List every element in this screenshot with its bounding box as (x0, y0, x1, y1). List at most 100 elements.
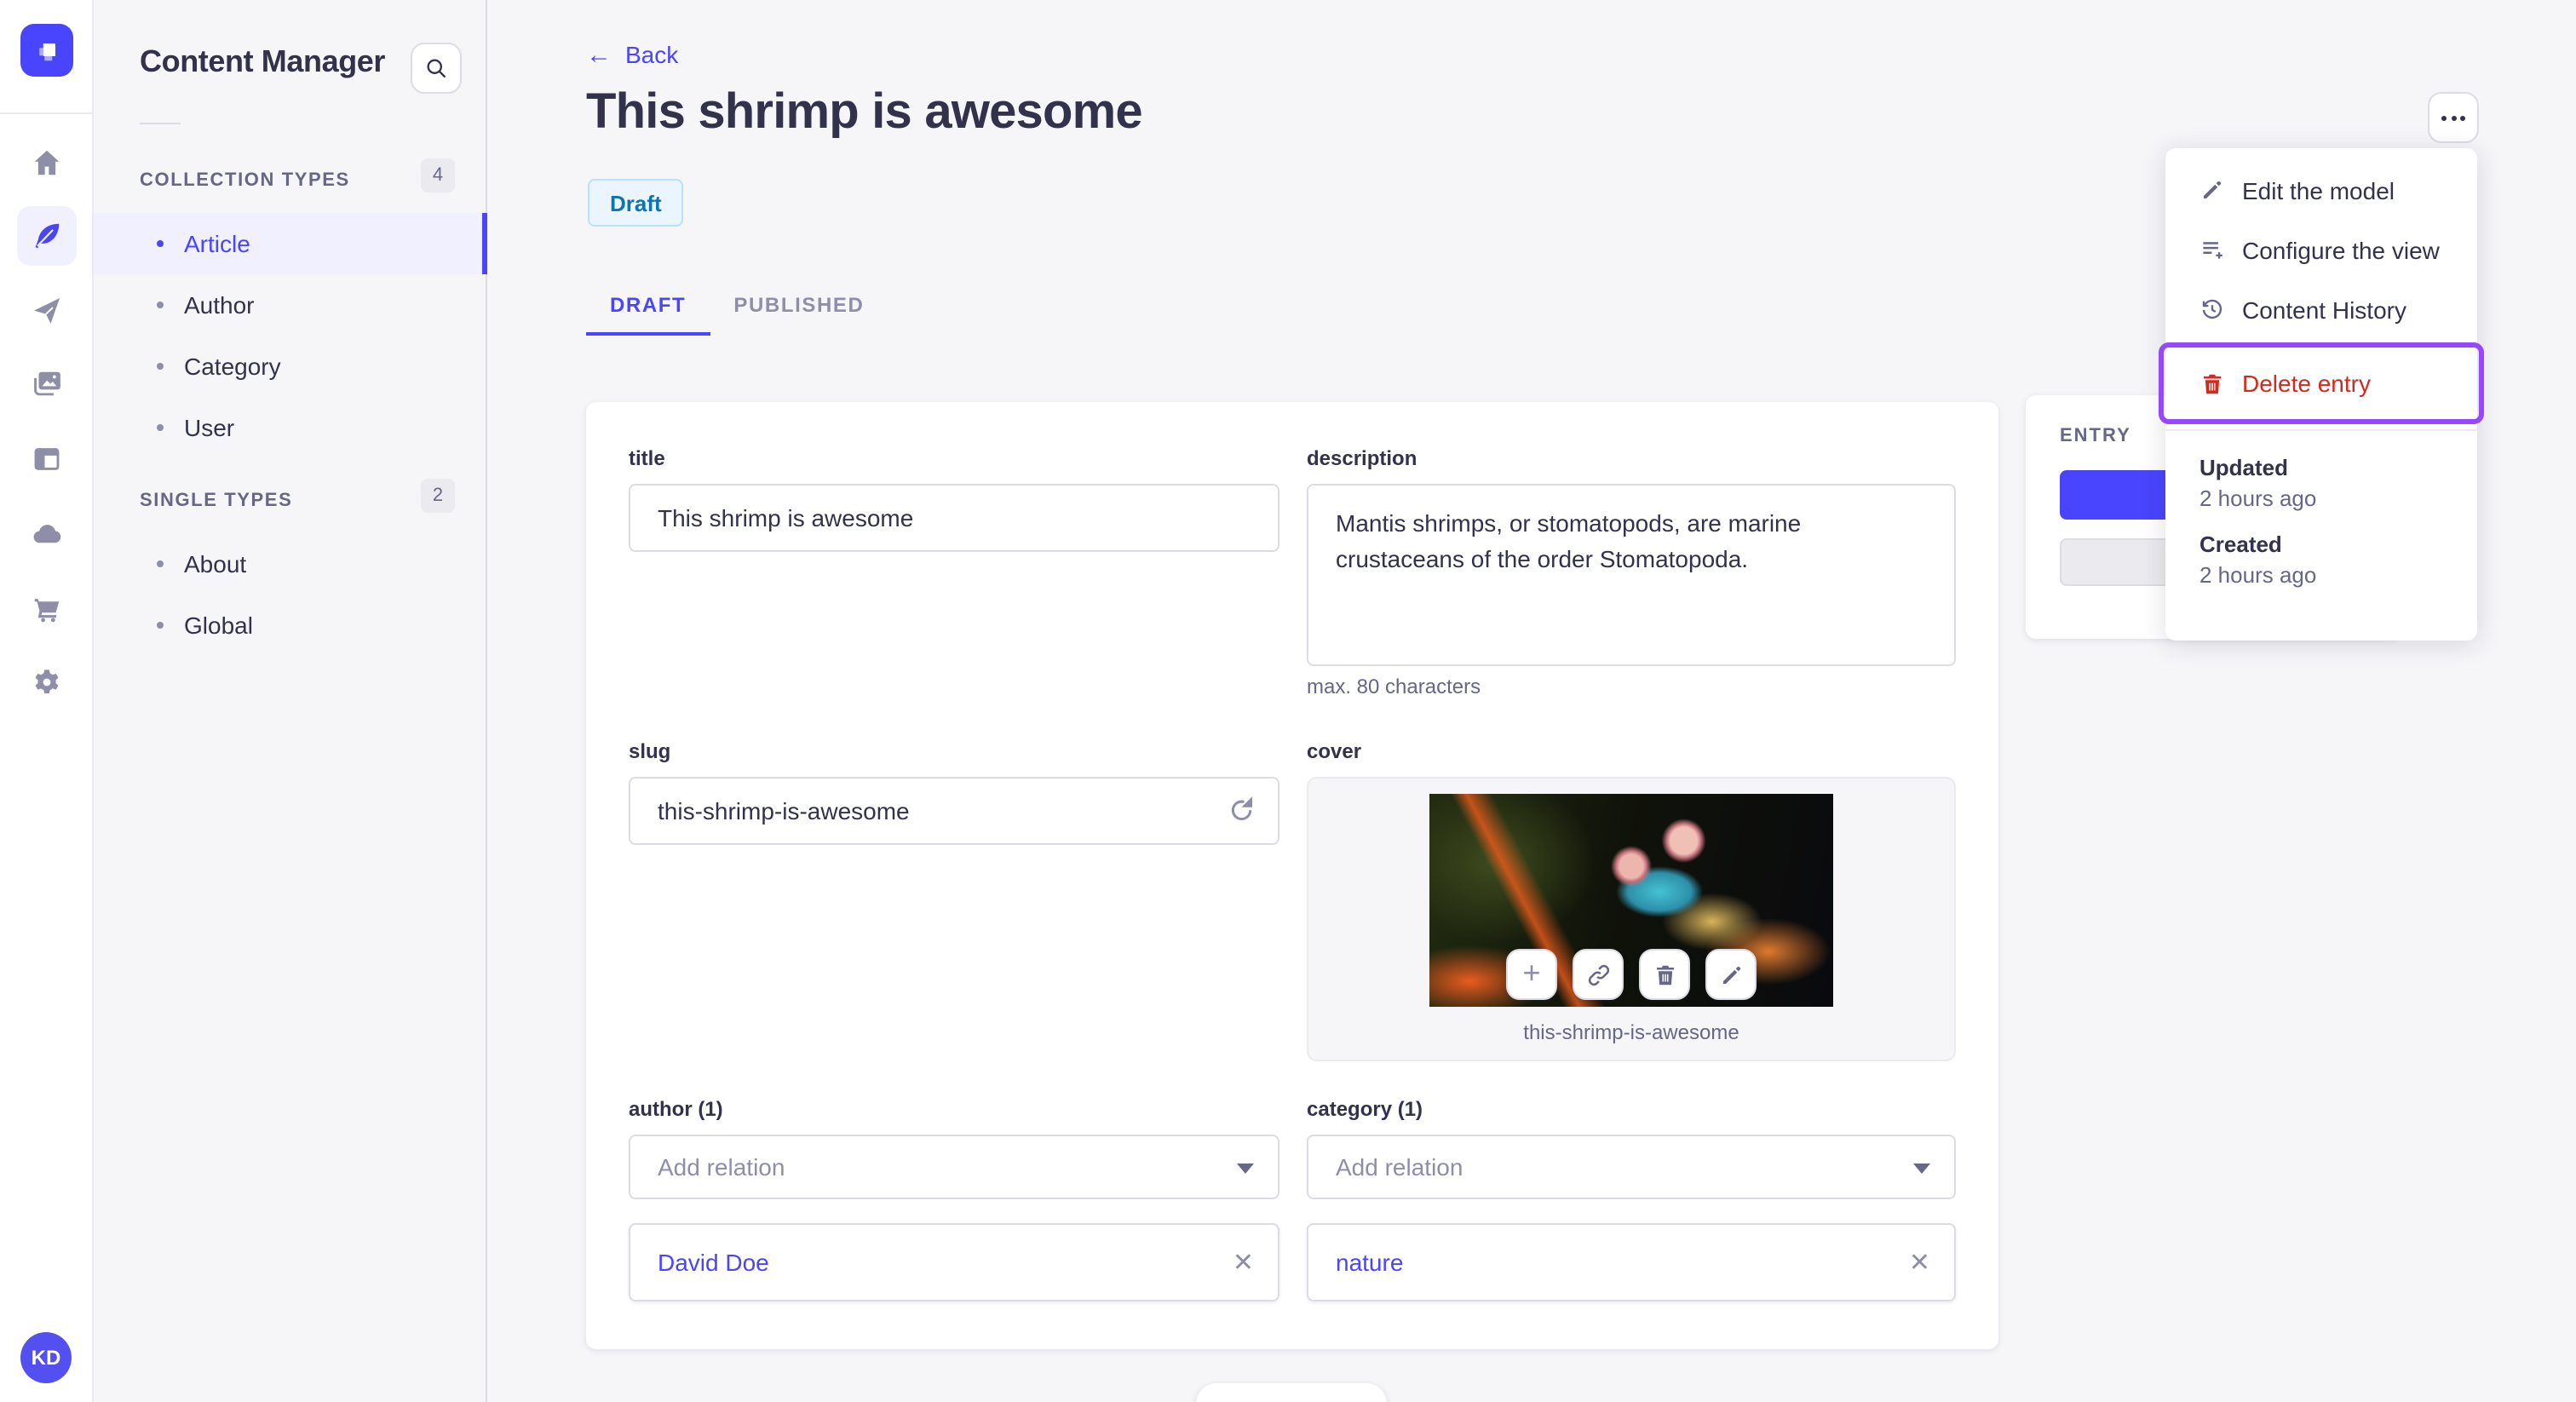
menu-item-content-history[interactable]: Content History (2165, 279, 2477, 339)
back-arrow-icon: ← (586, 40, 612, 69)
copy-link-button[interactable] (1573, 949, 1624, 1000)
category-field-label: category (1) (1307, 1097, 1423, 1121)
icon-sidebar: KD (0, 0, 94, 1402)
strapi-logo[interactable] (20, 24, 73, 77)
back-link[interactable]: ← Back (586, 41, 678, 68)
link-icon (1587, 963, 1609, 985)
version-tabs: DRAFT PUBLISHED (586, 273, 888, 336)
menu-item-edit-the-model[interactable]: Edit the model (2165, 160, 2477, 220)
section-count-badge: 2 (421, 479, 455, 513)
bullet-dot (157, 560, 164, 567)
sidebar-item-user[interactable]: User (94, 397, 487, 458)
user-avatar[interactable]: KD (20, 1332, 72, 1383)
tab-published[interactable]: PUBLISHED (710, 273, 888, 336)
marketplace-cart-icon[interactable] (17, 579, 77, 639)
section-collection-types: COLLECTION TYPES 4 (94, 158, 487, 201)
add-media-button[interactable]: + (1506, 949, 1557, 1000)
delete-media-button[interactable] (1639, 949, 1690, 1000)
subnav-rule (140, 123, 181, 124)
created-label: Created (2199, 531, 2282, 557)
back-label: Back (625, 41, 679, 68)
category-add-relation-combobox[interactable]: Add relation (1307, 1135, 1956, 1199)
strapi-logo-glyph (38, 43, 55, 60)
more-options-button[interactable] (2428, 92, 2479, 143)
remove-category-icon[interactable]: ✕ (1909, 1247, 1930, 1278)
title-input-value: This shrimp is awesome (658, 504, 914, 531)
sidebar-item-about[interactable]: About (94, 533, 487, 595)
sidebar-item-article[interactable]: Article (94, 213, 487, 274)
section-label: SINGLE TYPES (140, 491, 293, 511)
release-paper-plane-icon[interactable] (17, 281, 77, 341)
content-manager-feather-icon[interactable] (17, 206, 77, 266)
menu-item-label: Configure the view (2242, 236, 2440, 263)
more-options-menu: Edit the model Configure the view Conten… (2159, 148, 2484, 641)
sidebar-item-label: Author (184, 291, 255, 319)
cover-actions: + (1308, 949, 1954, 1000)
sidebar-item-author[interactable]: Author (94, 274, 487, 336)
trash-icon (1656, 964, 1673, 985)
strapi-admin-app: KD Content Manager COLLECTION TYPES 4 Ar… (0, 0, 2576, 1402)
section-single-types: SINGLE TYPES 2 (94, 479, 487, 521)
search-button[interactable] (411, 43, 462, 94)
main-content: ← Back This shrimp is awesome Draft DRAF… (489, 0, 2576, 1402)
floating-toolbar-peek (1196, 1383, 1387, 1402)
trash-icon (2204, 373, 2221, 394)
slug-input[interactable]: this-shrimp-is-awesome (629, 777, 1279, 845)
bullet-dot (157, 240, 164, 247)
slug-input-value: this-shrimp-is-awesome (658, 797, 910, 825)
edit-media-button[interactable] (1705, 949, 1757, 1000)
dot (2451, 115, 2456, 120)
deploy-cloud-icon[interactable] (17, 504, 77, 564)
category-placeholder: Add relation (1336, 1153, 1463, 1181)
bullet-dot (157, 424, 164, 431)
description-textarea[interactable]: Mantis shrimps, or stomatopods, are mari… (1307, 484, 1956, 666)
media-library-images-icon[interactable] (17, 354, 77, 414)
sidebar-item-global[interactable]: Global (94, 595, 487, 656)
configure-list-icon (2203, 242, 2222, 259)
sidebar-item-category[interactable]: Category (94, 336, 487, 397)
menu-meta: Updated 2 hours ago Created 2 hours ago (2165, 431, 2477, 588)
created-value: 2 hours ago (2199, 562, 2317, 588)
description-hint: max. 80 characters (1307, 675, 1481, 698)
slug-field-label: slug (629, 739, 671, 763)
bullet-dot (157, 363, 164, 370)
author-relation-link[interactable]: David Doe (658, 1249, 769, 1276)
subnav-title: Content Manager (140, 44, 386, 78)
menu-item-label: Delete entry (2242, 370, 2371, 397)
cover-media-box: + this-shrimp-is-awesome (1307, 777, 1956, 1061)
section-label: COLLECTION TYPES (140, 170, 350, 191)
cover-caption: this-shrimp-is-awesome (1523, 1020, 1739, 1044)
dot (2460, 115, 2465, 120)
settings-gear-icon[interactable] (17, 652, 77, 712)
sidebar-item-label: Category (184, 353, 281, 380)
title-input[interactable]: This shrimp is awesome (629, 484, 1279, 552)
updated-value: 2 hours ago (2199, 486, 2317, 511)
plus-icon: + (1522, 956, 1541, 990)
cover-field-label: cover (1307, 739, 1362, 763)
regenerate-slug-icon[interactable] (1227, 796, 1257, 826)
author-add-relation-combobox[interactable]: Add relation (629, 1135, 1279, 1199)
home-icon[interactable] (17, 133, 77, 192)
menu-item-label: Edit the model (2242, 176, 2395, 204)
pencil-icon (2204, 181, 2222, 198)
status-badge: Draft (588, 179, 684, 227)
description-field-label: description (1307, 446, 1417, 470)
chevron-down-icon (1913, 1164, 1930, 1174)
chevron-down-icon (1237, 1164, 1254, 1174)
sidebar-item-label: Global (184, 612, 253, 639)
category-relation-link[interactable]: nature (1336, 1249, 1403, 1276)
section-count-badge: 4 (421, 158, 455, 192)
title-field-label: title (629, 446, 665, 470)
sidebar-item-label: About (184, 550, 247, 577)
author-placeholder: Add relation (658, 1153, 785, 1181)
menu-item-label: Content History (2242, 296, 2406, 323)
tab-draft[interactable]: DRAFT (586, 273, 710, 336)
menu-item-configure-the-view[interactable]: Configure the view (2165, 220, 2477, 279)
category-relation-item: nature ✕ (1307, 1223, 1956, 1301)
menu-item-delete-entry[interactable]: Delete entry (2159, 342, 2484, 424)
remove-author-icon[interactable]: ✕ (1233, 1247, 1254, 1278)
sidebar-item-label: User (184, 414, 235, 441)
content-type-builder-layout-icon[interactable] (17, 429, 77, 489)
sidebar-divider (0, 112, 94, 114)
bullet-dot (157, 302, 164, 308)
